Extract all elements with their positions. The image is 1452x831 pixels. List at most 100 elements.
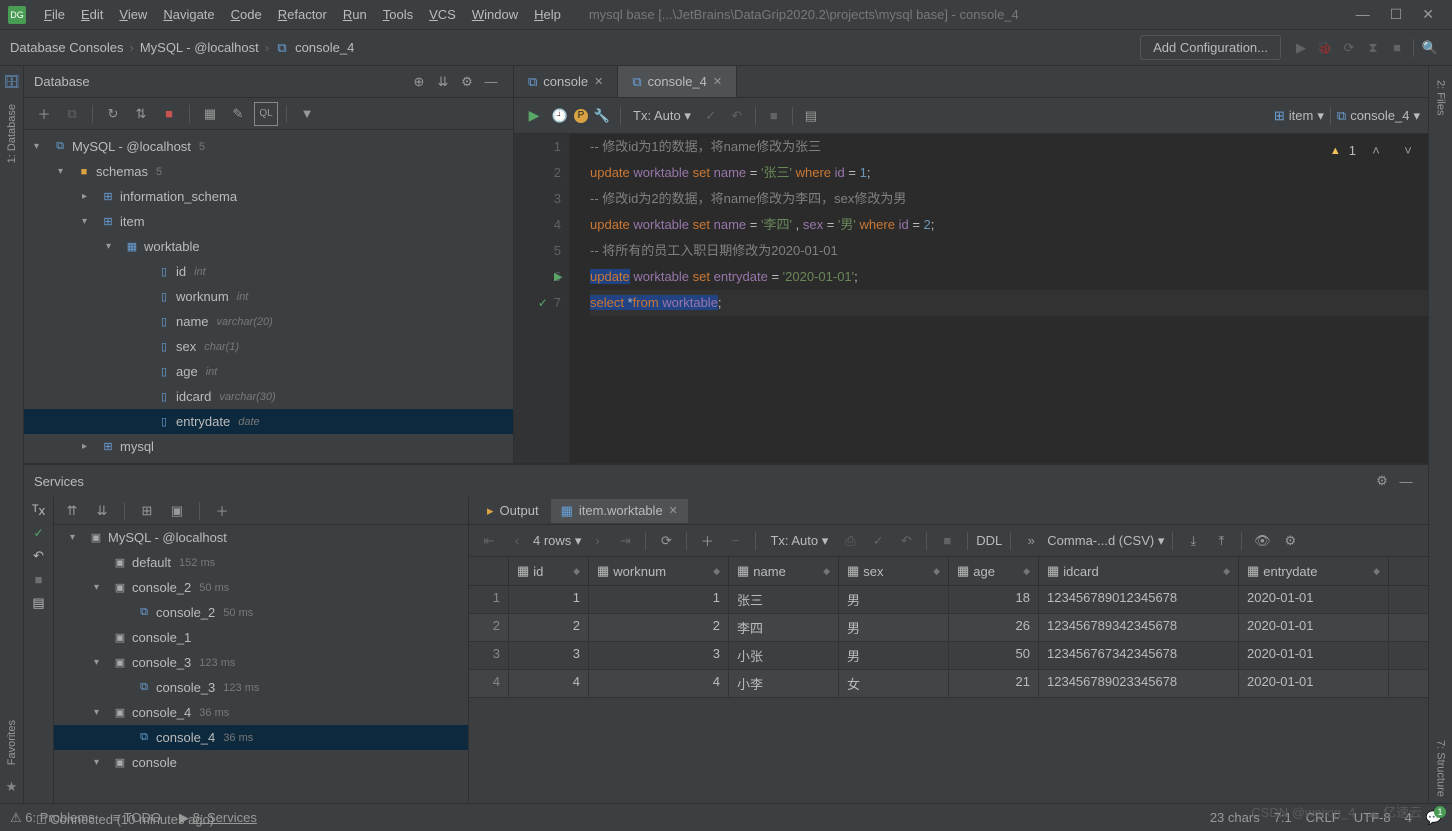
service-default[interactable]: ▣default152 ms — [54, 550, 468, 575]
menu-navigate[interactable]: Navigate — [155, 3, 222, 26]
hide-icon[interactable]: — — [1394, 469, 1418, 493]
output-tab[interactable]: ▸ Output — [477, 499, 549, 523]
favorites-stripe-button[interactable]: Favorites — [6, 714, 18, 771]
notifications-icon[interactable]: 💬1 — [1426, 810, 1442, 826]
add-service-icon[interactable]: ＋ — [210, 499, 234, 523]
reload-icon[interactable]: ⟳ — [654, 529, 678, 553]
tree-column-id[interactable]: ▯idint — [24, 259, 513, 284]
next-page-icon[interactable]: › — [585, 529, 609, 553]
cancel-icon[interactable]: ■ — [935, 529, 959, 553]
console-icon[interactable]: QL — [254, 102, 278, 126]
run-icon[interactable]: ▶ — [1289, 36, 1313, 60]
service-console_2[interactable]: ▾▣console_250 ms — [54, 575, 468, 600]
upload-icon[interactable]: ⤒ — [1209, 529, 1233, 553]
minimize-button[interactable]: — — [1356, 6, 1370, 23]
edit-icon[interactable]: ✎ — [226, 102, 250, 126]
tx-icon[interactable]: Tx — [32, 503, 45, 518]
pending-icon[interactable]: P — [574, 109, 588, 123]
breadcrumb-item[interactable]: MySQL - @localhost — [140, 40, 259, 55]
service-console_4[interactable]: ⧉console_436 ms — [54, 725, 468, 750]
service-console_4[interactable]: ▾▣console_436 ms — [54, 700, 468, 725]
menu-help[interactable]: Help — [526, 3, 569, 26]
tree-datasource[interactable]: ▾⧉ MySQL - @localhost5 — [24, 134, 513, 159]
wrench-icon[interactable]: 🔧 — [590, 104, 614, 128]
layout-icon[interactable]: ▤ — [32, 595, 44, 611]
indent[interactable]: 4 — [1405, 810, 1412, 825]
menu-view[interactable]: View — [111, 3, 155, 26]
collapse-icon[interactable]: ⇊ — [90, 499, 114, 523]
database-stripe-button[interactable]: 1: Database — [6, 98, 18, 169]
first-page-icon[interactable]: ⇤ — [477, 529, 501, 553]
table-row[interactable]: 222李四男261234567893423456782020-01-01 — [469, 614, 1428, 642]
service-console_3[interactable]: ▾▣console_3123 ms — [54, 650, 468, 675]
commit-icon[interactable]: ✓ — [699, 104, 723, 128]
tree-column-idcard[interactable]: ▯idcardvarchar(30) — [24, 384, 513, 409]
line-sep[interactable]: CRLF — [1306, 810, 1340, 825]
stop-icon[interactable]: ■ — [35, 572, 43, 587]
hide-icon[interactable]: — — [479, 70, 503, 94]
tab-console_4[interactable]: ⧉console_4✕ — [618, 66, 737, 97]
refresh-icon[interactable]: ↻ — [101, 102, 125, 126]
next-highlight-icon[interactable]: ˅ — [1396, 139, 1420, 163]
add-row-icon[interactable]: ＋ — [695, 529, 719, 553]
table-row[interactable]: 111张三男181234567890123456782020-01-01 — [469, 586, 1428, 614]
structure-stripe-button[interactable]: 7: Structure — [1435, 734, 1447, 803]
result-grid[interactable]: ▦id◆ ▦worknum◆ ▦name◆ ▦sex◆ ▦age◆ ▦idcar… — [469, 557, 1428, 803]
remove-row-icon[interactable]: − — [723, 529, 747, 553]
tree-column-name[interactable]: ▯namevarchar(20) — [24, 309, 513, 334]
favorites-icon[interactable]: ★ — [6, 779, 18, 795]
menu-run[interactable]: Run — [335, 3, 375, 26]
prev-page-icon[interactable]: ‹ — [505, 529, 529, 553]
table-row[interactable]: 333小张男501234567673423456782020-01-01 — [469, 642, 1428, 670]
expand-icon[interactable]: ⇈ — [60, 499, 84, 523]
service-console_2[interactable]: ⧉console_250 ms — [54, 600, 468, 625]
close-icon[interactable]: ✕ — [713, 75, 722, 88]
profile-icon[interactable]: ⧗ — [1361, 36, 1385, 60]
sync-icon[interactable]: ⇅ — [129, 102, 153, 126]
tree-column-sex[interactable]: ▯sexchar(1) — [24, 334, 513, 359]
tree-schemas[interactable]: ▾■ schemas5 — [24, 159, 513, 184]
maximize-button[interactable]: ☐ — [1390, 6, 1403, 23]
warning-icon[interactable]: ▲ — [1330, 138, 1341, 164]
collapse-icon[interactable]: ⇊ — [431, 70, 455, 94]
stop-icon[interactable]: ■ — [157, 102, 181, 126]
tree-column-age[interactable]: ▯ageint — [24, 359, 513, 384]
result-tab[interactable]: ▦ item.worktable ✕ — [551, 499, 688, 523]
row-count[interactable]: 4 rows ▾ — [533, 533, 581, 549]
caret-pos[interactable]: 7:1 — [1274, 810, 1292, 825]
commit-icon[interactable]: ✓ — [33, 526, 43, 540]
services-tree[interactable]: ⇈ ⇊ ⊞ ▣ ＋ ▾▣MySQL - @localhost▣default15… — [54, 497, 468, 803]
db-submit-icon[interactable]: ⎙ — [838, 529, 862, 553]
ddl-button[interactable]: DDL — [976, 533, 1002, 548]
tab-console[interactable]: ⧉console✕ — [514, 66, 618, 97]
stop-icon[interactable]: ■ — [1385, 36, 1409, 60]
group-icon[interactable]: ⊞ — [135, 499, 159, 523]
view-icon[interactable]: 👁 — [1250, 529, 1274, 553]
prev-highlight-icon[interactable]: ˄ — [1364, 139, 1388, 163]
encoding[interactable]: UTF-8 — [1354, 810, 1391, 825]
tree-schema-information[interactable]: ▸⊞ information_schema — [24, 184, 513, 209]
last-page-icon[interactable]: ⇥ — [613, 529, 637, 553]
more-icon[interactable]: » — [1019, 529, 1043, 553]
new-icon[interactable]: ⊕ — [407, 70, 431, 94]
service-MySQL - @localhost[interactable]: ▾▣MySQL - @localhost — [54, 525, 468, 550]
close-icon[interactable]: ✕ — [594, 75, 603, 88]
files-stripe-button[interactable]: 2: Files — [1435, 74, 1447, 121]
service-console[interactable]: ▾▣console — [54, 750, 468, 775]
menu-window[interactable]: Window — [464, 3, 526, 26]
rollback-icon[interactable]: ↶ — [725, 104, 749, 128]
copy-icon[interactable]: ⧉ — [60, 102, 84, 126]
database-tool-icon[interactable]: 🗄 — [3, 74, 20, 90]
menu-tools[interactable]: Tools — [375, 3, 421, 26]
add-configuration-button[interactable]: Add Configuration... — [1140, 35, 1281, 60]
commit-icon[interactable]: ✓ — [866, 529, 890, 553]
menu-code[interactable]: Code — [223, 3, 270, 26]
tree-schema-mysql[interactable]: ▸⊞ mysql — [24, 434, 513, 459]
tree-column-worknum[interactable]: ▯worknumint — [24, 284, 513, 309]
menu-refactor[interactable]: Refactor — [270, 3, 335, 26]
debug-icon[interactable]: 🐞 — [1313, 36, 1337, 60]
close-button[interactable]: ✕ — [1422, 6, 1434, 23]
export-format-select[interactable]: Comma-...d (CSV) ▾ — [1047, 533, 1164, 549]
tree-schema-item[interactable]: ▾⊞ item — [24, 209, 513, 234]
service-console_3[interactable]: ⧉console_3123 ms — [54, 675, 468, 700]
